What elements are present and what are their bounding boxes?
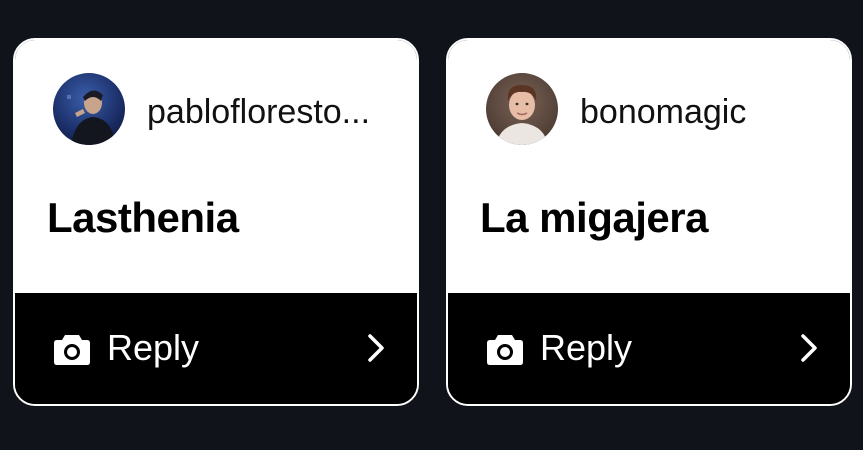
prompt-text: La migajera xyxy=(480,194,708,241)
story-reply-card[interactable]: bonomagic La migajera Reply xyxy=(446,38,852,406)
camera-icon xyxy=(54,335,90,365)
reply-label: Reply xyxy=(107,327,200,368)
avatar[interactable] xyxy=(486,73,558,145)
avatar[interactable] xyxy=(53,73,125,145)
chevron-right-icon xyxy=(801,334,817,362)
chevron-right-icon xyxy=(368,334,384,362)
reply-button[interactable]: Reply xyxy=(448,293,850,404)
avatar-photo xyxy=(486,73,558,145)
story-reply-card[interactable]: pablofloresto... Lasthenia Reply xyxy=(13,38,419,406)
card-header: bonomagic La migajera xyxy=(448,40,850,293)
camera-icon xyxy=(487,335,523,365)
card-header: pablofloresto... Lasthenia xyxy=(15,40,417,293)
username[interactable]: bonomagic xyxy=(580,92,830,132)
prompt-text: Lasthenia xyxy=(47,194,239,241)
username[interactable]: pablofloresto... xyxy=(147,92,397,132)
avatar-photo xyxy=(53,73,125,145)
reply-label: Reply xyxy=(540,327,633,368)
reply-button[interactable]: Reply xyxy=(15,293,417,404)
